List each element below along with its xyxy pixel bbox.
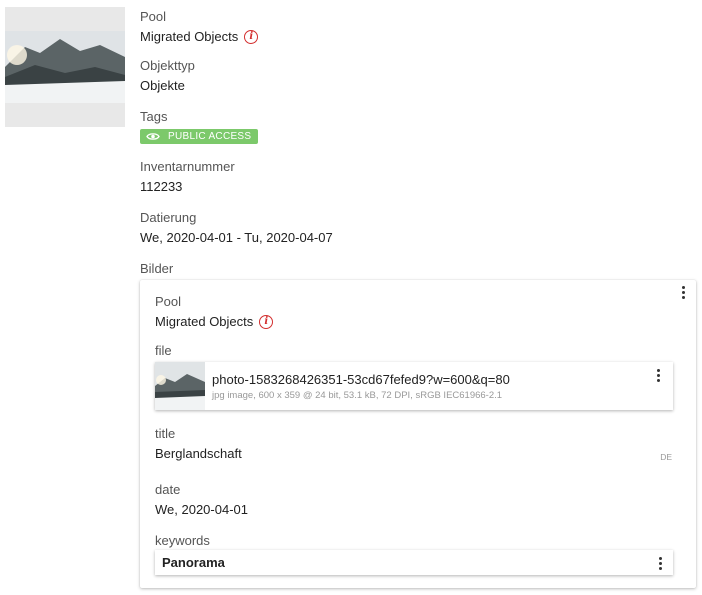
keyword-card[interactable]: Panorama [155, 550, 673, 575]
pool-field: Pool Migrated Objects i [140, 9, 259, 45]
bild-pool-label: Pool [155, 294, 182, 309]
public-access-tag[interactable]: PUBLIC ACCESS [140, 129, 259, 144]
title-value: Berglandschaft [155, 446, 242, 461]
inventarnummer-value: 112233 [140, 179, 183, 194]
objekttyp-value: Objekte [140, 78, 185, 93]
pool-label: Pool [140, 9, 167, 24]
tag-label: PUBLIC ACCESS [168, 131, 252, 142]
file-menu-icon[interactable] [657, 369, 661, 382]
title-label: title [155, 426, 176, 441]
object-thumbnail[interactable] [5, 7, 125, 127]
datierung-field: Datierung We, 2020-04-01 - Tu, 2020-04-0… [140, 210, 333, 246]
bild-pool-value: Migrated Objects [155, 314, 254, 329]
inventarnummer-label: Inventarnummer [140, 159, 235, 174]
file-card[interactable]: photo-1583268426351-53cd67fefed9?w=600&q… [155, 362, 673, 410]
file-thumbnail[interactable] [155, 362, 205, 410]
keywords-label-wrap: keywords [155, 533, 210, 549]
language-indicator: DE [660, 452, 672, 462]
keyword-menu-icon[interactable] [659, 557, 663, 570]
date-label: date [155, 482, 181, 497]
bild-card: Pool Migrated Objects i file photo-15832… [140, 280, 696, 588]
keyword-value: Panorama [162, 555, 225, 570]
file-label-wrap: file [155, 343, 172, 359]
date-field: date We, 2020-04-01 [155, 482, 248, 518]
inventarnummer-field: Inventarnummer 112233 [140, 159, 235, 195]
objekttyp-field: Objekttyp Objekte [140, 58, 195, 94]
keywords-label: keywords [155, 533, 210, 548]
tags-label: Tags [140, 109, 168, 124]
datierung-label: Datierung [140, 210, 197, 225]
pool-value: Migrated Objects [140, 29, 239, 44]
bilder-label: Bilder [140, 261, 174, 276]
bilder-field: Bilder [140, 261, 173, 277]
file-name: photo-1583268426351-53cd67fefed9?w=600&q… [212, 372, 510, 387]
bild-pool-field: Pool Migrated Objects i [155, 294, 274, 330]
bild-menu-icon[interactable] [682, 286, 686, 299]
title-field: title Berglandschaft [155, 426, 242, 462]
datierung-value: We, 2020-04-01 - Tu, 2020-04-07 [140, 230, 333, 245]
tags-field: Tags PUBLIC ACCESS [140, 109, 259, 144]
info-warning-icon[interactable]: i [259, 315, 274, 329]
file-meta: jpg image, 600 x 359 @ 24 bit, 53.1 kB, … [212, 390, 503, 401]
eye-icon [146, 133, 160, 140]
date-value: We, 2020-04-01 [155, 502, 248, 517]
objekttyp-label: Objekttyp [140, 58, 195, 73]
file-label: file [155, 343, 172, 358]
info-warning-icon[interactable]: i [244, 30, 259, 44]
